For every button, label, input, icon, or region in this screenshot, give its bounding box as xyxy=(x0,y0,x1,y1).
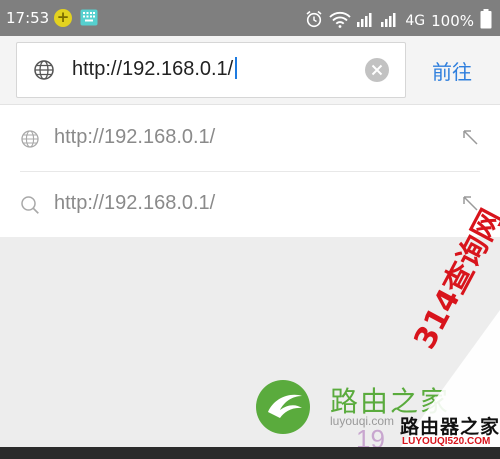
status-bar: 17:53 + 4G 100% xyxy=(0,0,500,36)
suggestion-item-search[interactable]: http://192.168.0.1/ xyxy=(0,171,500,237)
network-type: 4G xyxy=(405,13,426,29)
alarm-icon xyxy=(305,10,323,32)
go-button[interactable]: 前往 xyxy=(432,56,472,85)
keyboard-icon xyxy=(80,9,98,30)
address-bar: http://192.168.0.1/ 前往 xyxy=(0,36,500,105)
battery-level: 100% xyxy=(431,12,474,30)
suggestion-list: http://192.168.0.1/ http://192.168.0.1/ xyxy=(0,105,500,237)
suggestion-text: http://192.168.0.1/ xyxy=(54,126,216,148)
status-time: 17:53 xyxy=(6,9,50,27)
suggestion-item-history[interactable]: http://192.168.0.1/ xyxy=(0,105,500,171)
fill-arrow-icon[interactable] xyxy=(462,129,478,149)
watermark-logo-icon xyxy=(254,378,312,440)
battery-icon xyxy=(480,9,492,33)
watermark-corner-black: 路由器之家 xyxy=(400,416,500,438)
wifi-icon xyxy=(329,11,351,32)
globe-icon xyxy=(33,59,55,85)
bottom-strip xyxy=(0,447,500,459)
plus-badge-icon: + xyxy=(54,9,72,27)
signal-icon xyxy=(357,11,375,31)
signal-icon xyxy=(381,11,399,31)
text-caret xyxy=(235,57,238,79)
watermark-corner-small: LUYOUQI520.COM xyxy=(402,436,491,447)
url-input[interactable]: http://192.168.0.1/ xyxy=(16,42,406,98)
suggestion-text: http://192.168.0.1/ xyxy=(54,192,216,214)
url-value[interactable]: http://192.168.0.1/ xyxy=(72,57,238,81)
clear-icon[interactable] xyxy=(365,58,389,82)
search-icon xyxy=(20,195,40,219)
globe-icon xyxy=(20,129,40,153)
